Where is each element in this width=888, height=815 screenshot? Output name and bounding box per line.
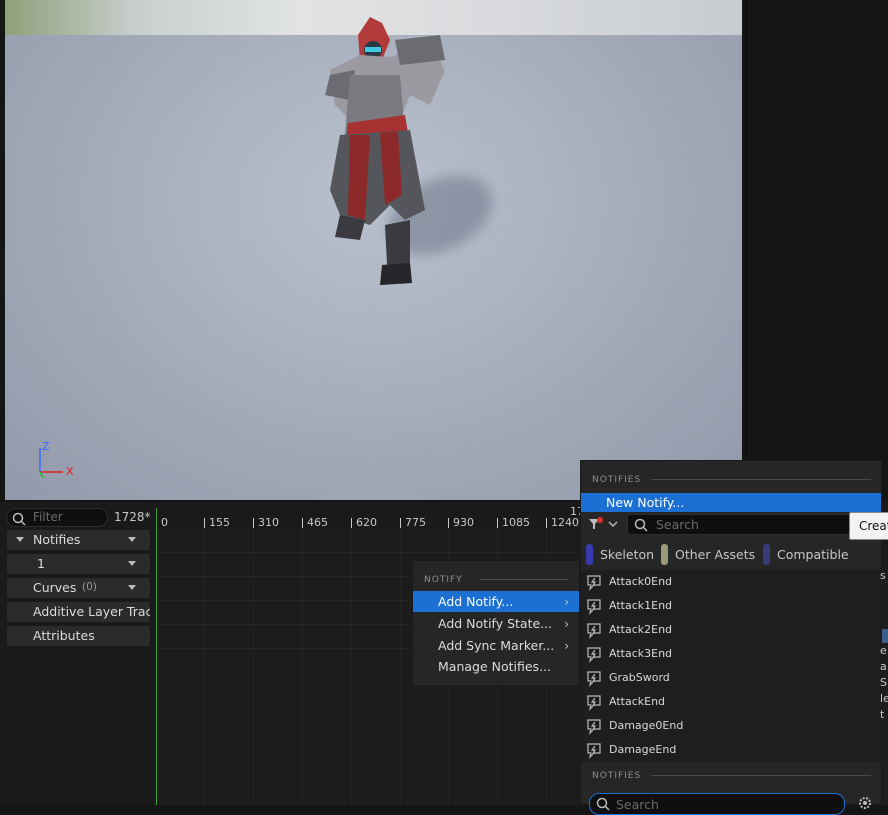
frame-count: 1728* <box>114 510 151 524</box>
search-icon <box>12 512 26 526</box>
track-label: Additive Layer Track <box>33 604 150 619</box>
playhead[interactable] <box>156 508 157 805</box>
track-additive-layer[interactable]: Additive Layer Track <box>7 602 150 622</box>
list-item[interactable]: Attack0End <box>581 570 881 594</box>
list-item[interactable]: Attack2End <box>581 618 881 642</box>
section-header: NOTIFIES <box>592 771 642 781</box>
right-panel-bg <box>742 0 888 460</box>
chevron-right-icon: › <box>564 595 569 609</box>
track-notify-1[interactable]: 1 <box>7 554 150 574</box>
list-item[interactable]: Damage0End <box>581 714 881 738</box>
track-label: Attributes <box>33 628 95 643</box>
chevron-right-icon: › <box>564 617 569 631</box>
list-item[interactable]: Attack3End <box>581 642 881 666</box>
axis-z-label: Z <box>42 440 50 453</box>
bottom-search-input[interactable]: Search <box>589 793 845 815</box>
track-label: 1 <box>37 556 45 571</box>
search-icon <box>634 518 648 532</box>
list-item[interactable]: DamageEnd <box>581 738 881 762</box>
notify-icon <box>587 695 601 711</box>
menu-item-add-sync-marker[interactable]: Add Sync Marker... › <box>413 635 579 656</box>
notify-icon <box>587 719 601 735</box>
timeline-ruler[interactable]: 0 155 310 465 620 775 930 1085 1240 <box>155 508 585 529</box>
track-label: Curves <box>33 580 77 595</box>
track-label: Notifies <box>33 532 81 547</box>
details-panel-fragment: s e a S le t <box>880 567 888 805</box>
notify-context-menu: NOTIFY Add Notify... › Add Notify State.… <box>412 560 580 686</box>
search-icon <box>596 797 610 811</box>
track-notifies[interactable]: Notifies <box>7 530 150 550</box>
track-curves[interactable]: Curves (0) <box>7 578 150 598</box>
notifies-submenu: NOTIFIES New Notify... Search Skeleton O… <box>580 460 882 815</box>
list-item[interactable]: AttackEnd <box>581 690 881 714</box>
new-notify-item[interactable]: New Notify... <box>581 493 881 512</box>
track-filter-input[interactable]: Filter <box>6 508 108 527</box>
filter-icon[interactable] <box>587 516 621 532</box>
notify-search-input[interactable]: Search <box>627 514 857 535</box>
chevron-right-icon: › <box>564 639 569 653</box>
curves-count: (0) <box>82 581 97 593</box>
axis-gizmo: Z X <box>35 440 80 483</box>
notify-icon <box>587 743 601 759</box>
notify-icon <box>587 623 601 639</box>
tooltip: Creat <box>849 512 888 540</box>
notify-list: Attack0End Attack1End Attack2End Attack3… <box>581 570 881 762</box>
collapse-arrow-icon[interactable] <box>16 537 24 542</box>
notify-icon <box>587 671 601 687</box>
section-header: NOTIFY <box>424 575 463 585</box>
menu-item-add-notify[interactable]: Add Notify... › <box>413 591 579 612</box>
notify-icon <box>587 647 601 663</box>
dropdown-arrow-icon[interactable] <box>128 537 136 542</box>
gear-icon[interactable] <box>857 795 873 811</box>
axis-x-label: X <box>66 465 74 478</box>
menu-item-manage-notifies[interactable]: Manage Notifies... <box>413 656 579 677</box>
list-item[interactable]: Attack1End <box>581 594 881 618</box>
notify-icon <box>587 575 601 591</box>
menu-item-add-notify-state[interactable]: Add Notify State... › <box>413 613 579 634</box>
dropdown-arrow-icon[interactable] <box>128 561 136 566</box>
character-model <box>325 17 445 285</box>
notify-icon <box>587 599 601 615</box>
section-header: NOTIFIES <box>592 475 642 485</box>
3d-viewport[interactable]: Z X <box>5 0 742 500</box>
list-item[interactable]: GrabSword <box>581 666 881 690</box>
filter-placeholder: Filter <box>33 510 63 524</box>
dropdown-arrow-icon[interactable] <box>128 585 136 590</box>
track-attributes[interactable]: Attributes <box>7 626 150 646</box>
